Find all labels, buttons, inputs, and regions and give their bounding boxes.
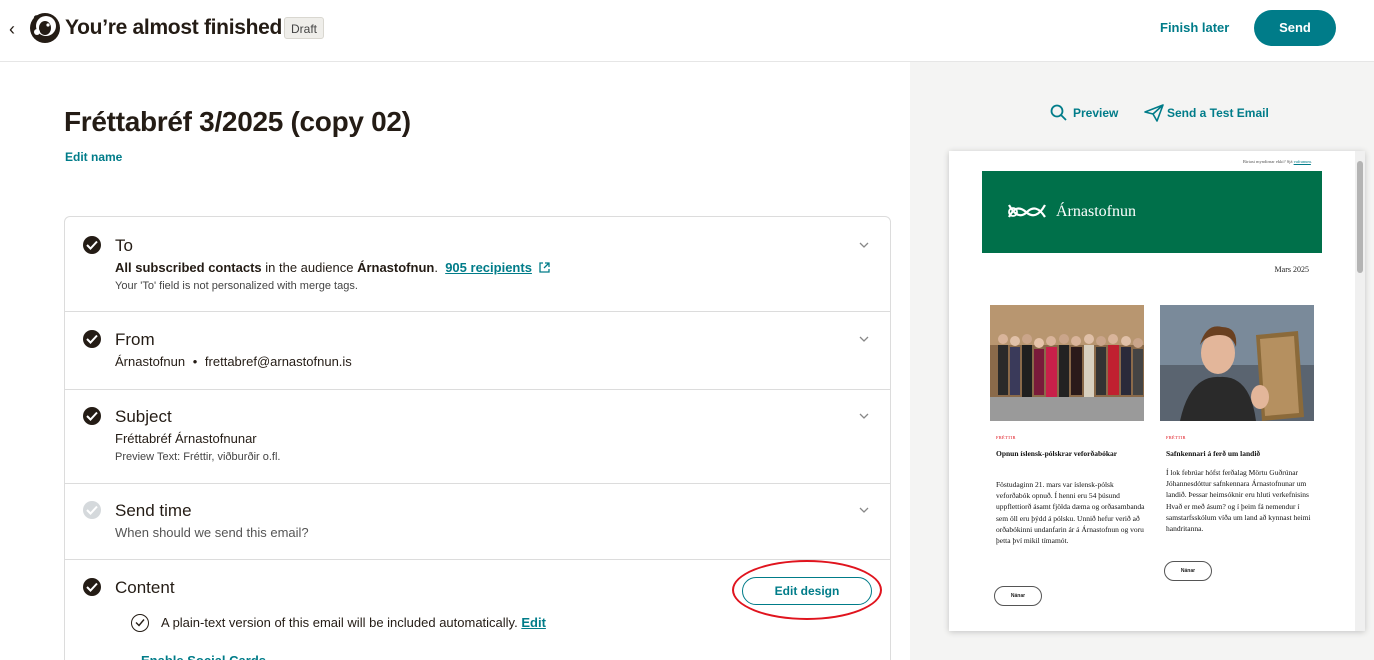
read-more-button[interactable]: Nánar bbox=[994, 586, 1042, 606]
article-title: Safnkennari á ferð um landið bbox=[1166, 449, 1261, 458]
chevron-down-icon[interactable] bbox=[858, 504, 870, 516]
article-photo-student bbox=[1160, 305, 1314, 421]
article-title: Opnun íslensk-pólskrar veforðabókar bbox=[996, 449, 1118, 458]
plain-text-note: A plain-text version of this email will … bbox=[161, 614, 546, 632]
send-time-title: Send time bbox=[115, 501, 192, 520]
article-body: Í lok febrúar hófst ferðalag Mörtu Guðrú… bbox=[1166, 468, 1311, 534]
draft-badge: Draft bbox=[284, 17, 325, 39]
plain-text-message: A plain-text version of this email will … bbox=[161, 615, 518, 630]
send-time-section[interactable]: Send time When should we send this email… bbox=[65, 484, 890, 560]
complete-check-icon bbox=[83, 236, 101, 254]
complete-check-icon bbox=[83, 578, 101, 596]
search-icon[interactable] bbox=[1050, 104, 1068, 122]
top-bar: ‹ You’re almost finished! Draft Finish l… bbox=[0, 0, 1374, 62]
subject-section[interactable]: Subject Fréttabréf Árnastofnunar Preview… bbox=[65, 390, 890, 484]
article-body: Föstudaginn 21. mars var íslensk-pólsk v… bbox=[996, 480, 1145, 546]
circle-check-icon bbox=[131, 614, 149, 632]
preview-text: Preview Text: Fréttir, viðburðir o.fl. bbox=[115, 451, 281, 463]
to-audience-line: All subscribed contacts in the audience … bbox=[115, 259, 550, 277]
email-preview-frame[interactable]: Birtast myndirnar ekki? Sjá vafranum. Ár… bbox=[949, 151, 1365, 631]
chevron-down-icon[interactable] bbox=[858, 239, 870, 251]
from-email: frettabref@arnastofnun.is bbox=[204, 354, 352, 369]
recipients-link[interactable]: 905 recipients bbox=[445, 260, 532, 275]
banner-title: Árnastofnun bbox=[1056, 203, 1136, 220]
view-in-browser-end: . bbox=[1310, 159, 1312, 164]
preview-scrollbar[interactable] bbox=[1355, 151, 1365, 631]
article-tag: FRÉTTIR bbox=[1166, 435, 1186, 440]
to-section[interactable]: To All subscribed contacts in the audien… bbox=[65, 217, 890, 312]
scrollbar-thumb[interactable] bbox=[1357, 161, 1363, 273]
pending-check-icon bbox=[83, 501, 101, 519]
preview-panel: Preview Send a Test Email Birtast myndir… bbox=[910, 62, 1374, 660]
from-separator: • bbox=[192, 354, 198, 369]
back-chevron-icon[interactable]: ‹ bbox=[4, 18, 20, 40]
newsletter-date: Mars 2025 bbox=[1274, 265, 1309, 274]
mailchimp-logo-icon bbox=[28, 11, 62, 45]
to-title: To bbox=[115, 236, 133, 255]
edit-name-link[interactable]: Edit name bbox=[65, 149, 122, 165]
view-in-browser-link[interactable]: vafranum bbox=[1294, 159, 1311, 164]
campaign-name: Fréttabréf 3/2025 (copy 02) bbox=[64, 106, 411, 137]
audience-segment: All subscribed contacts bbox=[115, 260, 262, 275]
article-tag: FRÉTTIR bbox=[996, 435, 1016, 440]
chevron-down-icon[interactable] bbox=[858, 333, 870, 345]
send-button[interactable]: Send bbox=[1254, 10, 1336, 46]
audience-name: Árnastofnun bbox=[357, 260, 435, 275]
from-line: Árnastofnun • frettabref@arnastofnun.is bbox=[115, 353, 352, 371]
finish-later-link[interactable]: Finish later bbox=[1160, 18, 1229, 38]
to-note: Your 'To' field is not personalized with… bbox=[115, 280, 358, 292]
from-name: Árnastofnun bbox=[115, 354, 186, 369]
view-in-browser-text: Birtast myndirnar ekki? Sjá bbox=[1242, 159, 1294, 164]
from-section[interactable]: From Árnastofnun • frettabref@arnastofnu… bbox=[65, 312, 890, 390]
audience-period: . bbox=[434, 260, 438, 275]
plain-text-edit-link[interactable]: Edit bbox=[521, 615, 546, 630]
paper-plane-icon[interactable] bbox=[1144, 104, 1164, 122]
article-photo-group bbox=[990, 305, 1144, 421]
email-banner: Árnastofnun bbox=[982, 171, 1322, 253]
audience-connector: in the audience bbox=[261, 260, 358, 275]
send-test-email-link[interactable]: Send a Test Email bbox=[1167, 105, 1269, 121]
enable-social-cards-link[interactable]: Enable Social Cards bbox=[141, 652, 266, 660]
read-more-button[interactable]: Nánar bbox=[1164, 561, 1212, 581]
external-link-icon[interactable] bbox=[538, 262, 550, 273]
preview-link[interactable]: Preview bbox=[1073, 105, 1118, 121]
highlight-annotation bbox=[732, 560, 882, 620]
view-in-browser-line: Birtast myndirnar ekki? Sjá vafranum. bbox=[982, 159, 1312, 164]
subject-title: Subject bbox=[115, 407, 172, 426]
subject-value: Fréttabréf Árnastofnunar bbox=[115, 431, 257, 446]
email-body: Birtast myndirnar ekki? Sjá vafranum. Ár… bbox=[982, 151, 1322, 631]
arnastofnun-logo-icon bbox=[1008, 204, 1046, 218]
chevron-down-icon[interactable] bbox=[858, 410, 870, 422]
from-title: From bbox=[115, 330, 155, 349]
page-title: You’re almost finished! bbox=[65, 16, 289, 39]
complete-check-icon bbox=[83, 407, 101, 425]
send-time-prompt: When should we send this email? bbox=[115, 525, 309, 540]
complete-check-icon bbox=[83, 330, 101, 348]
content-title: Content bbox=[115, 578, 175, 597]
